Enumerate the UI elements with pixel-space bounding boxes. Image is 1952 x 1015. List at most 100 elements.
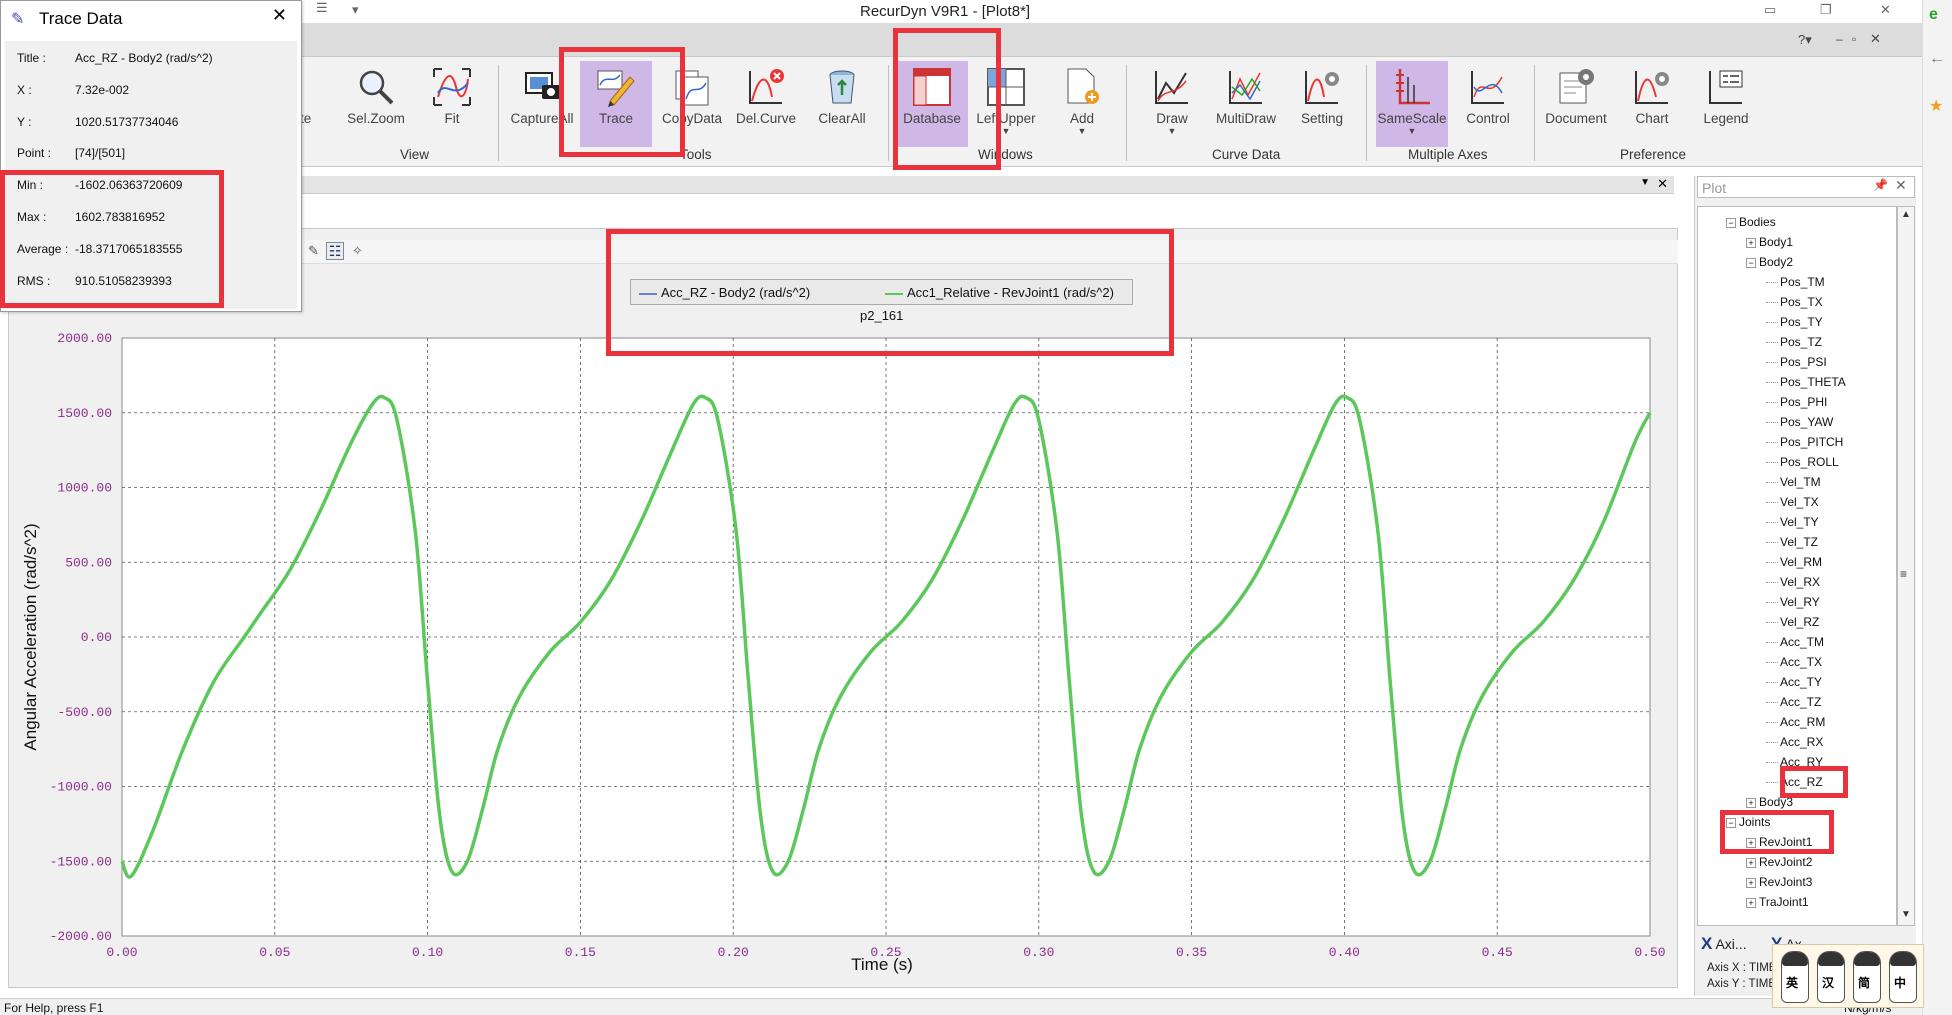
tree-node[interactable]: Acc_RM [1766,715,1825,729]
scroll-down-icon[interactable]: ▼ [1901,909,1911,920]
fit-button[interactable]: Fit [416,61,488,147]
tree-node[interactable]: + RevJoint3 [1746,875,1812,889]
dropdown-arrow-icon[interactable]: ▼ [970,126,1042,136]
tree-node[interactable]: + Body1 [1746,235,1793,249]
trace-title-bar[interactable]: ✎ Trace Data ✕ [1,1,301,35]
ribbon-restore-icon[interactable]: ▫ [1852,32,1856,46]
close-icon[interactable]: ✕ [272,5,287,26]
document-button[interactable]: Document [1540,61,1612,147]
tree-node[interactable]: − Body2 [1746,255,1793,269]
scroll-up-icon[interactable]: ▲ [1901,209,1911,220]
star-icon[interactable]: ★ [1929,96,1943,116]
tree-node[interactable]: Vel_RZ [1766,615,1819,629]
tree-node[interactable]: Acc_TM [1766,635,1824,649]
dropdown-arrow-icon[interactable]: ▼ [1136,126,1208,136]
grid-view-icon[interactable]: ☷ [326,242,344,260]
tree-node-label: Pos_PITCH [1780,435,1844,449]
tree-node[interactable]: + TraJoint1 [1746,895,1809,909]
tree-node[interactable]: Vel_RX [1766,575,1820,589]
tree-node[interactable]: Acc_TZ [1766,695,1821,709]
tree-expander-icon[interactable]: + [1746,837,1756,848]
tree-node[interactable]: + RevJoint1 [1746,835,1812,849]
tree-node[interactable]: Vel_TM [1766,475,1821,489]
tree-connector [1766,742,1778,744]
tree-node[interactable]: Vel_RM [1766,555,1822,569]
close-document-icon[interactable]: ✕ [1657,176,1668,192]
sel-zoom-button[interactable]: Sel.Zoom [340,61,412,147]
minimize-icon[interactable]: ▭ [1764,2,1776,18]
tree-expander-icon[interactable]: + [1746,877,1756,888]
scroll-thumb-icon[interactable]: ≡ [1900,567,1907,581]
legend-button[interactable]: Legend [1690,61,1762,147]
pin-icon[interactable]: 📌 [1873,178,1888,192]
tree-expander-icon[interactable]: − [1726,817,1736,828]
same-scale-button[interactable]: SameScale ▼ [1376,61,1448,147]
trace-button[interactable]: Trace [580,61,652,147]
tree-node[interactable]: Pos_YAW [1766,415,1833,429]
tree-expander-icon[interactable]: + [1746,857,1756,868]
back-arrow-icon[interactable]: ← [1929,50,1945,68]
setting-button[interactable]: Setting [1286,61,1358,147]
copy-data-button[interactable]: CopyData [656,61,728,147]
dropdown-arrow-icon[interactable]: ▼ [1376,126,1448,136]
tree-node[interactable]: Pos_PHI [1766,395,1827,409]
restore-icon[interactable]: ❐ [1820,2,1832,18]
control-button[interactable]: Control [1452,61,1524,147]
tree-connector [1766,462,1778,464]
tree-node[interactable]: Acc_TX [1766,655,1822,669]
clear-all-button[interactable]: ClearAll [806,61,878,147]
tree-node[interactable]: Vel_TX [1766,495,1819,509]
tree-node[interactable]: Pos_TX [1766,295,1823,309]
app-menu-icon[interactable]: ☰ [316,0,328,16]
tree-node[interactable]: Pos_PSI [1766,355,1827,369]
pin-tool-icon[interactable]: ✧ [352,243,363,259]
legend-item-acc1-relative: Acc1_Relative - RevJoint1 (rad/s^2) [885,285,1114,300]
left-upper-button[interactable]: LeftUpper ▼ [970,61,1042,147]
tree-node[interactable]: Vel_RY [1766,595,1820,609]
draw-button[interactable]: Draw ▼ [1136,61,1208,147]
tree-node[interactable]: Vel_TY [1766,515,1819,529]
tree-node[interactable]: Acc_RY [1766,755,1823,769]
help-icon[interactable]: ?▾ [1798,32,1812,48]
tree-expander-icon[interactable]: + [1746,897,1756,908]
tree-node[interactable]: Vel_TZ [1766,535,1818,549]
tree-expander-icon[interactable]: − [1746,257,1756,268]
del-curve-button[interactable]: Del.Curve [730,61,802,147]
tree-node[interactable]: Pos_TY [1766,315,1823,329]
tab-x-axis[interactable]: X Axi... [1701,934,1747,958]
tree-node[interactable]: Pos_TM [1766,275,1825,289]
database-button[interactable]: Database [896,61,968,147]
dropdown-arrow-icon[interactable]: ▼ [1046,126,1118,136]
chart-legend[interactable]: Acc_RZ - Body2 (rad/s^2) Acc1_Relative -… [630,279,1133,305]
tree-node[interactable]: Acc_TY [1766,675,1822,689]
ribbon-min-icon[interactable]: – [1836,32,1843,46]
tree-expander-icon[interactable]: − [1726,217,1736,228]
edit-icon[interactable]: ✎ [308,243,319,259]
tree-node[interactable]: Acc_RX [1766,735,1823,749]
close-icon[interactable]: ✕ [1895,177,1907,194]
plot-tree[interactable]: − Bodies + Body1 − Body2 Pos_TM Pos_TX Pos_TY Pos… [1697,206,1897,926]
tree-node[interactable]: Pos_ROLL [1766,455,1839,469]
tree-node[interactable]: − Joints [1726,815,1770,829]
acceleration-line-chart[interactable]: 0.00 0.05 0.10 0.15 0.20 0.25 0.30 0.35 0.40 0.45… [0,320,1674,1000]
doc-dropdown-icon[interactable]: ▼ [1640,177,1650,188]
tree-scrollbar[interactable]: ▲ ≡ ▼ [1897,206,1915,926]
add-button[interactable]: Add ▼ [1046,61,1118,147]
tree-node[interactable]: Acc_RZ [1766,775,1823,789]
tree-expander-icon[interactable]: + [1746,237,1756,248]
capture-all-button[interactable]: CaptureAll [506,61,578,147]
fit-curve-icon [432,67,472,107]
tree-node[interactable]: + RevJoint2 [1746,855,1812,869]
ribbon-close-icon[interactable]: ✕ [1870,31,1881,47]
tree-expander-icon[interactable]: + [1746,797,1756,808]
tree-node[interactable]: Pos_THETA [1766,375,1846,389]
multi-draw-button[interactable]: MultiDraw [1210,61,1282,147]
tree-node[interactable]: Pos_PITCH [1766,435,1843,449]
tree-node[interactable]: Pos_TZ [1766,335,1822,349]
quick-access-dropdown-icon[interactable]: ▾ [352,2,359,18]
tree-node[interactable]: − Bodies [1726,215,1776,229]
x-tick-label: 0.00 [106,945,137,960]
close-window-icon[interactable]: ✕ [1880,2,1891,18]
chart-button[interactable]: Chart [1616,61,1688,147]
tree-node[interactable]: + Body3 [1746,795,1793,809]
